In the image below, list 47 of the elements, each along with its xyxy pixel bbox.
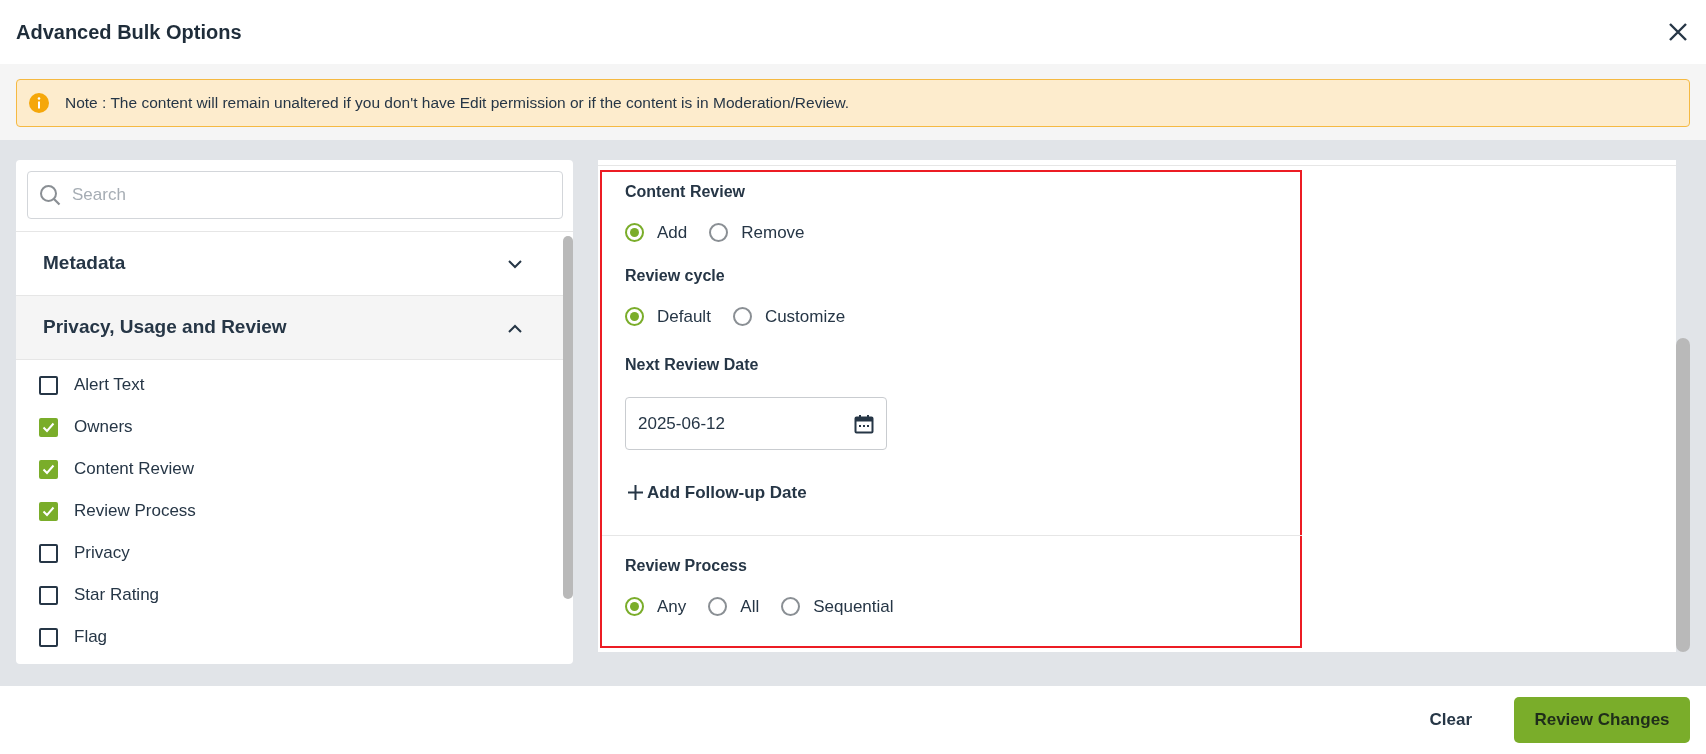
group-label: Next Review Date [625, 355, 760, 375]
radio-button[interactable] [708, 596, 728, 616]
checkbox-label: Flag [74, 626, 108, 649]
group-label: Content Review [625, 182, 746, 202]
dialog-title: Advanced Bulk Options [16, 20, 242, 45]
checkbox-label: Privacy [74, 542, 130, 565]
scrollbar-thumb[interactable] [563, 236, 573, 599]
clear-button[interactable]: Clear [1423, 706, 1478, 734]
checkbox-label: Alert Text [74, 374, 145, 397]
search-icon [39, 184, 61, 206]
radio-button[interactable] [781, 596, 801, 616]
info-icon [29, 93, 49, 113]
calendar-icon[interactable] [854, 413, 874, 434]
radio-button[interactable] [709, 223, 729, 243]
radio-label: Any [657, 595, 687, 618]
search-field[interactable]: Search [27, 171, 563, 219]
group-label: Review cycle [625, 265, 726, 286]
radio-button[interactable] [732, 306, 752, 326]
checkbox[interactable] [39, 543, 58, 563]
plus-icon [628, 485, 643, 501]
checkbox[interactable] [39, 417, 58, 437]
checkbox[interactable] [39, 375, 58, 395]
date-field[interactable]: 2025-06-12 [625, 397, 887, 450]
checkbox-label: Content Review [74, 458, 194, 481]
note-text: Note : The content will remain unaltered if you don't have Edit permission or if the content is in Moderation/Review. [65, 93, 850, 114]
add-follow-up-link[interactable]: Add Follow-up Date [628, 480, 807, 506]
close-icon[interactable] [1668, 22, 1688, 42]
radio-label: Add [657, 222, 688, 244]
checkbox[interactable] [39, 501, 58, 521]
radio-label: Sequential [813, 595, 894, 618]
radio-button[interactable] [625, 306, 644, 326]
scrollbar-thumb[interactable] [1676, 338, 1690, 652]
radio-label: Remove [741, 222, 805, 244]
checkbox-label: Review Process [74, 500, 196, 523]
review-changes-button[interactable]: Review Changes [1514, 697, 1690, 743]
checkbox-label: Star Rating [74, 584, 160, 607]
accordion-header[interactable]: Privacy, Usage and Review [16, 296, 563, 360]
radio-button[interactable] [625, 223, 644, 243]
radio-label: Default [657, 305, 711, 328]
radio-label: Customize [764, 305, 846, 328]
radio-label: All [740, 595, 760, 618]
checkbox-label: Owners [74, 416, 133, 439]
group-label: Review Process [625, 555, 748, 576]
checkbox[interactable] [39, 627, 58, 647]
checkbox[interactable] [39, 585, 58, 605]
radio-button[interactable] [625, 596, 644, 616]
checkbox[interactable] [39, 459, 58, 479]
